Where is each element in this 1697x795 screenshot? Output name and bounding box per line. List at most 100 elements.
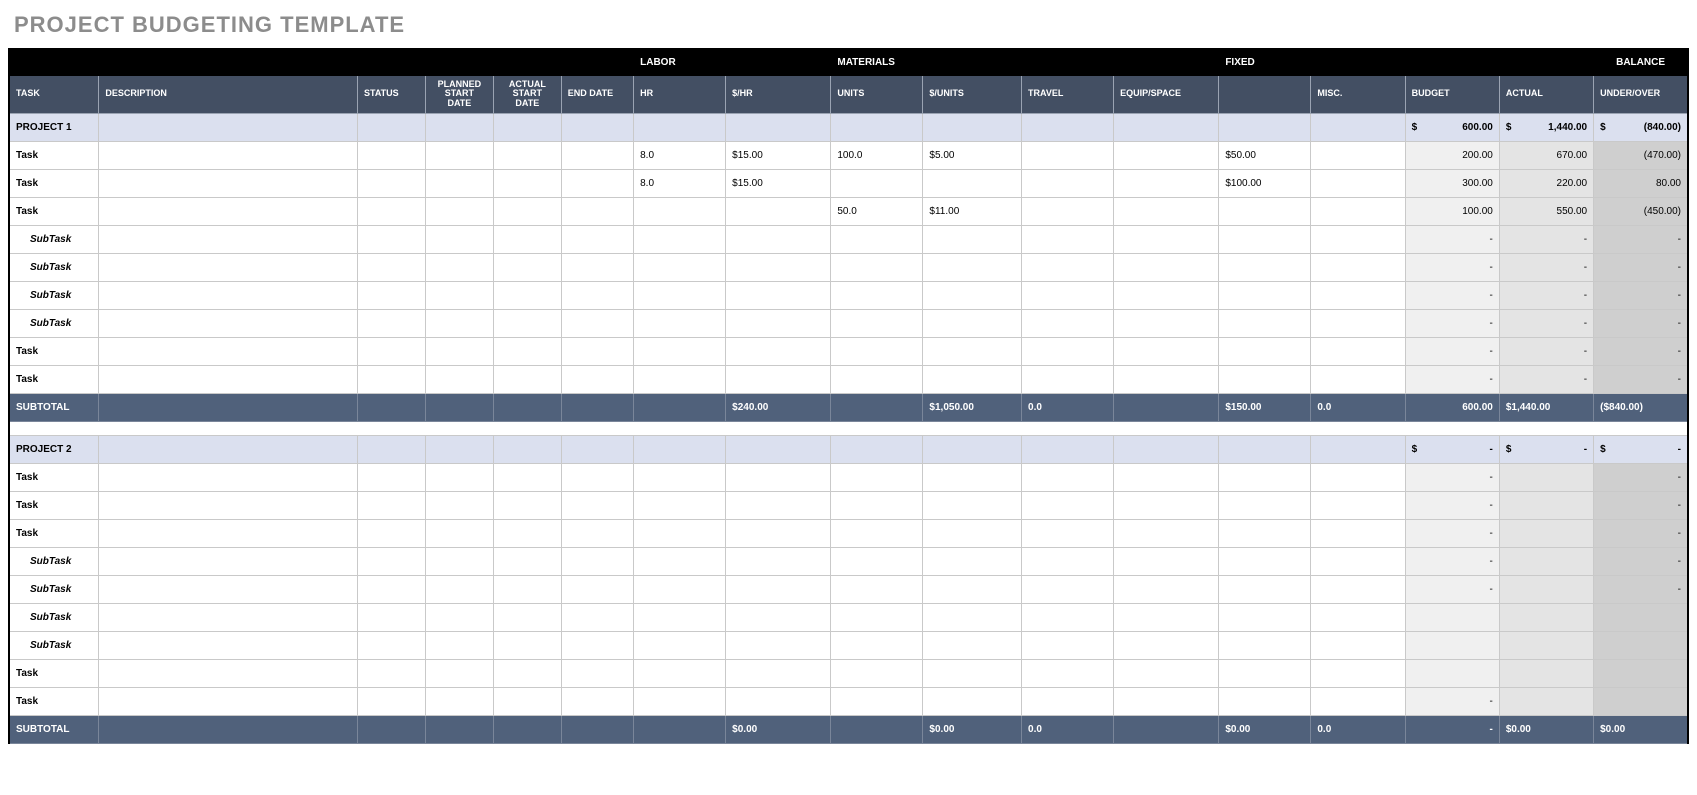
cell-hr[interactable]	[634, 310, 726, 338]
cell-budget[interactable]: -	[1405, 688, 1499, 716]
cell-equip[interactable]	[1114, 632, 1219, 660]
cell-planned-start[interactable]	[425, 198, 493, 226]
cell-units[interactable]	[831, 492, 923, 520]
cell-units[interactable]	[831, 632, 923, 660]
cell-actual-start[interactable]	[493, 492, 561, 520]
cell-actual-start[interactable]	[493, 688, 561, 716]
cell-status[interactable]	[357, 310, 425, 338]
cell-hr[interactable]	[634, 492, 726, 520]
cell-budget[interactable]: -	[1405, 548, 1499, 576]
cell-dollar-units[interactable]	[923, 576, 1022, 604]
cell-description[interactable]	[99, 198, 358, 226]
cell-planned-start[interactable]	[425, 520, 493, 548]
cell-misc[interactable]	[1311, 520, 1405, 548]
cell-end-date[interactable]	[561, 226, 633, 254]
cell-travel[interactable]	[1022, 632, 1114, 660]
cell-actual[interactable]: -	[1499, 254, 1593, 282]
cell-dollar-hr[interactable]	[726, 338, 831, 366]
cell-planned-start[interactable]	[425, 576, 493, 604]
cell-budget[interactable]	[1405, 604, 1499, 632]
cell-units[interactable]: 100.0	[831, 142, 923, 170]
cell-fixed[interactable]	[1219, 520, 1311, 548]
cell-travel[interactable]	[1022, 170, 1114, 198]
cell-under-over[interactable]: -	[1594, 576, 1688, 604]
cell-planned-start[interactable]	[425, 226, 493, 254]
cell-actual-start[interactable]	[493, 520, 561, 548]
cell-under-over[interactable]: -	[1594, 338, 1688, 366]
cell-dollar-units[interactable]	[923, 632, 1022, 660]
cell-end-date[interactable]	[561, 464, 633, 492]
cell-misc[interactable]	[1311, 310, 1405, 338]
cell-dollar-hr[interactable]: $15.00	[726, 142, 831, 170]
cell-budget[interactable]: -	[1405, 282, 1499, 310]
cell-status[interactable]	[357, 366, 425, 394]
cell-budget[interactable]: -	[1405, 576, 1499, 604]
cell-equip[interactable]	[1114, 604, 1219, 632]
cell-fixed[interactable]: $50.00	[1219, 142, 1311, 170]
cell-status[interactable]	[357, 338, 425, 366]
cell-misc[interactable]	[1311, 548, 1405, 576]
row-name[interactable]: SubTask	[9, 576, 99, 604]
cell-actual-start[interactable]	[493, 604, 561, 632]
cell-fixed[interactable]	[1219, 604, 1311, 632]
cell-equip[interactable]	[1114, 338, 1219, 366]
cell-travel[interactable]	[1022, 576, 1114, 604]
cell-end-date[interactable]	[561, 660, 633, 688]
cell-under-over[interactable]: 80.00	[1594, 170, 1688, 198]
cell-under-over[interactable]: -	[1594, 366, 1688, 394]
cell-description[interactable]	[99, 226, 358, 254]
cell-equip[interactable]	[1114, 548, 1219, 576]
cell-dollar-hr[interactable]	[726, 366, 831, 394]
cell-end-date[interactable]	[561, 520, 633, 548]
project-under-total[interactable]: $-	[1594, 436, 1688, 464]
cell-dollar-units[interactable]: $5.00	[923, 142, 1022, 170]
cell-planned-start[interactable]	[425, 170, 493, 198]
cell-dollar-units[interactable]	[923, 338, 1022, 366]
cell-dollar-hr[interactable]	[726, 520, 831, 548]
cell-dollar-units[interactable]: $11.00	[923, 198, 1022, 226]
cell-description[interactable]	[99, 366, 358, 394]
cell-equip[interactable]	[1114, 170, 1219, 198]
cell-equip[interactable]	[1114, 226, 1219, 254]
row-name[interactable]: SubTask	[9, 548, 99, 576]
cell-budget[interactable]: 200.00	[1405, 142, 1499, 170]
cell-actual-start[interactable]	[493, 198, 561, 226]
cell-end-date[interactable]	[561, 142, 633, 170]
cell-units[interactable]	[831, 548, 923, 576]
cell-actual[interactable]: 670.00	[1499, 142, 1593, 170]
cell-budget[interactable]	[1405, 660, 1499, 688]
cell-travel[interactable]	[1022, 688, 1114, 716]
cell-hr[interactable]	[634, 282, 726, 310]
cell-actual-start[interactable]	[493, 366, 561, 394]
cell-planned-start[interactable]	[425, 142, 493, 170]
cell-actual-start[interactable]	[493, 338, 561, 366]
cell-units[interactable]	[831, 226, 923, 254]
cell-travel[interactable]	[1022, 660, 1114, 688]
row-name[interactable]: SubTask	[9, 226, 99, 254]
cell-actual[interactable]: -	[1499, 282, 1593, 310]
cell-status[interactable]	[357, 520, 425, 548]
row-name[interactable]: Task	[9, 338, 99, 366]
cell-planned-start[interactable]	[425, 254, 493, 282]
cell-units[interactable]	[831, 338, 923, 366]
cell-dollar-units[interactable]	[923, 464, 1022, 492]
cell-description[interactable]	[99, 170, 358, 198]
project-name[interactable]: PROJECT 1	[9, 114, 99, 142]
cell-fixed[interactable]	[1219, 366, 1311, 394]
cell-under-over[interactable]	[1594, 632, 1688, 660]
row-name[interactable]: Task	[9, 198, 99, 226]
cell-hr[interactable]	[634, 660, 726, 688]
cell-under-over[interactable]: -	[1594, 310, 1688, 338]
cell-equip[interactable]	[1114, 492, 1219, 520]
cell-status[interactable]	[357, 282, 425, 310]
cell-status[interactable]	[357, 142, 425, 170]
cell-actual-start[interactable]	[493, 464, 561, 492]
cell-misc[interactable]	[1311, 338, 1405, 366]
cell-under-over[interactable]	[1594, 660, 1688, 688]
cell-budget[interactable]: -	[1405, 464, 1499, 492]
cell-actual-start[interactable]	[493, 632, 561, 660]
cell-fixed[interactable]	[1219, 338, 1311, 366]
cell-hr[interactable]	[634, 632, 726, 660]
cell-fixed[interactable]	[1219, 198, 1311, 226]
cell-end-date[interactable]	[561, 548, 633, 576]
